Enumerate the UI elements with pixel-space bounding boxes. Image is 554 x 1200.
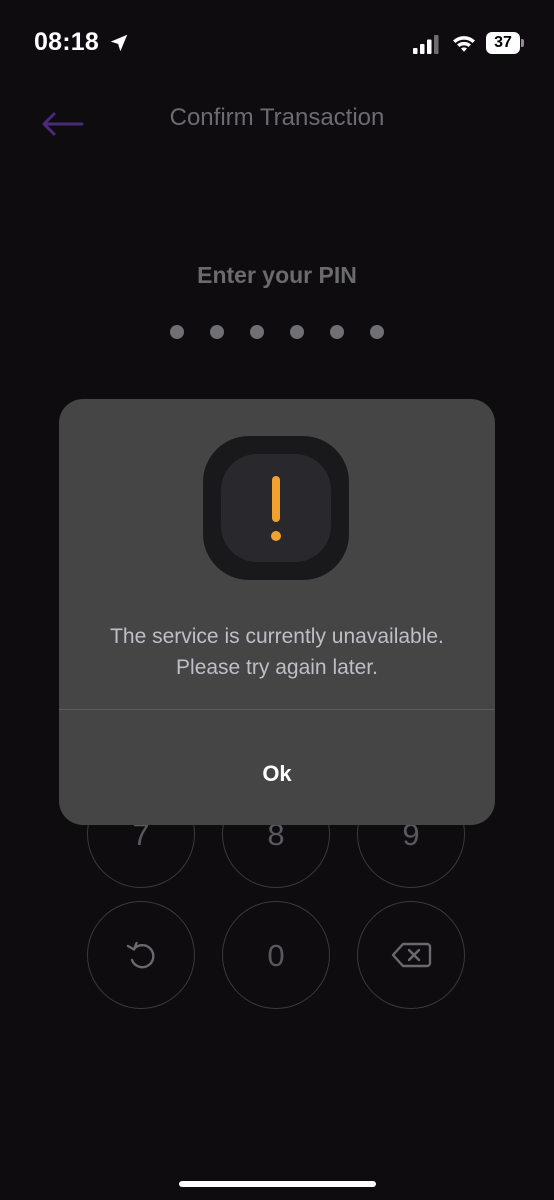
battery-icon: 37: [486, 32, 524, 54]
cellular-signal-icon: [413, 35, 439, 54]
refresh-icon: [126, 941, 155, 969]
ok-button[interactable]: Ok: [59, 710, 495, 825]
backspace-icon: [391, 942, 432, 968]
page-title: Confirm Transaction: [169, 104, 385, 131]
pin-dot: [290, 325, 304, 339]
dialog-message: The service is currently unavailable. Pl…: [59, 621, 495, 683]
wifi-icon: [453, 36, 475, 52]
battery-level: 37: [494, 34, 512, 51]
warning-badge: [203, 436, 349, 580]
dialog-message-line2: Please try again later.: [176, 656, 378, 679]
pin-dot: [170, 325, 184, 339]
warning-badge-inner: [221, 454, 331, 562]
pin-dot: [370, 325, 384, 339]
battery-tip: [521, 39, 524, 47]
status-time: 08:18: [34, 28, 99, 56]
pin-dots: [168, 325, 388, 341]
warning-exclamation-icon: [271, 476, 281, 541]
backspace-button[interactable]: [357, 901, 465, 1009]
alert-dialog: The service is currently unavailable. Pl…: [59, 399, 495, 825]
home-indicator: [179, 1181, 376, 1187]
pin-dot: [210, 325, 224, 339]
pin-dot: [330, 325, 344, 339]
location-arrow-icon: [110, 34, 128, 52]
pin-dot: [250, 325, 264, 339]
key-0[interactable]: 0: [222, 901, 330, 1009]
dialog-message-line1: The service is currently unavailable.: [110, 625, 444, 648]
status-bar: 08:18 37: [0, 0, 554, 90]
refresh-button[interactable]: [87, 901, 195, 1009]
pin-prompt: Enter your PIN: [197, 262, 357, 288]
